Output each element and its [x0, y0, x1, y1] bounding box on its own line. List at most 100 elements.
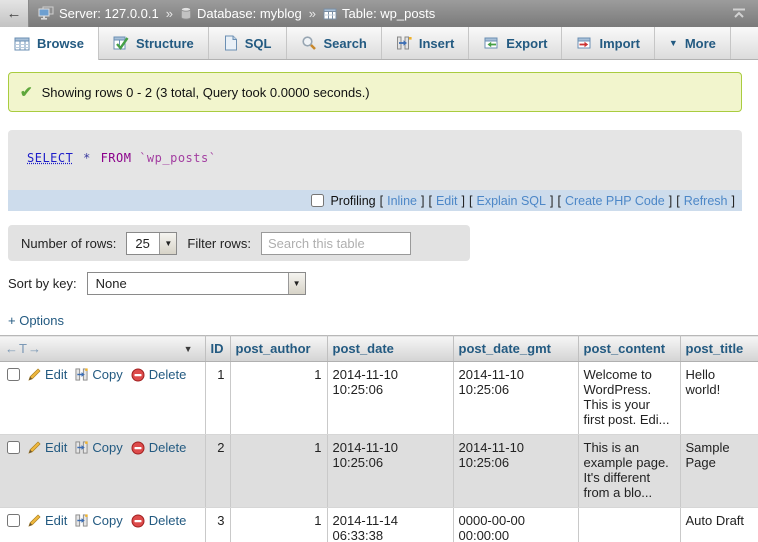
collapse-panel-icon[interactable] [732, 8, 746, 19]
inline-link[interactable]: Inline [387, 194, 417, 208]
column-header-post-date[interactable]: post_date [327, 336, 453, 362]
cell-post-content[interactable]: This is an example page. It's different … [578, 435, 680, 508]
copy-link[interactable]: Copy [75, 367, 122, 382]
column-header-post-author[interactable]: post_author [230, 336, 327, 362]
column-header-actions: ←T→ ▼ [0, 336, 205, 362]
tab-export[interactable]: Export [469, 27, 562, 59]
column-header-id[interactable]: ID [205, 336, 230, 362]
bracket: ] [550, 194, 553, 208]
cell-post-date-gmt[interactable]: 2014-11-10 10:25:06 [453, 435, 578, 508]
delete-link[interactable]: Delete [131, 513, 187, 528]
back-arrow-button[interactable]: ← [0, 0, 29, 27]
sql-keyword-from: FROM [101, 151, 132, 165]
cell-post-content[interactable] [578, 508, 680, 542]
row-checkbox[interactable] [7, 368, 20, 381]
delete-label: Delete [149, 367, 187, 382]
bracket: ] [669, 194, 672, 208]
tab-structure[interactable]: Structure [99, 27, 209, 59]
sort-by-key-label: Sort by key: [8, 276, 77, 291]
status-message: ✔ Showing rows 0 - 2 (3 total, Query too… [8, 72, 742, 112]
row-checkbox[interactable] [7, 514, 20, 527]
cell-post-date[interactable]: 2014-11-10 10:25:06 [327, 362, 453, 435]
tab-label: SQL [245, 36, 272, 51]
cell-id[interactable]: 1 [205, 362, 230, 435]
browse-icon [14, 36, 30, 52]
copy-icon [75, 368, 88, 381]
tab-more[interactable]: ▼ More [655, 27, 731, 59]
table-icon [323, 7, 337, 21]
tab-label: Search [324, 36, 367, 51]
cell-post-title[interactable]: Hello world! [680, 362, 758, 435]
bracket: ] [421, 194, 424, 208]
copy-icon [75, 441, 88, 454]
delete-label: Delete [149, 513, 187, 528]
chevron-down-icon: ▼ [288, 273, 305, 294]
create-php-code-link[interactable]: Create PHP Code [565, 194, 665, 208]
refresh-link[interactable]: Refresh [684, 194, 728, 208]
edit-label: Edit [45, 440, 67, 455]
delete-link[interactable]: Delete [131, 367, 187, 382]
tab-label: Import [599, 36, 639, 51]
tab-browse[interactable]: Browse [0, 27, 99, 60]
tab-insert[interactable]: Insert [382, 27, 469, 59]
profiling-checkbox[interactable] [311, 194, 324, 207]
copy-label: Copy [92, 513, 122, 528]
bracket: [ [380, 194, 383, 208]
cell-post-date[interactable]: 2014-11-14 06:33:38 [327, 508, 453, 542]
copy-link[interactable]: Copy [75, 440, 122, 455]
copy-link[interactable]: Copy [75, 513, 122, 528]
edit-link[interactable]: Edit [28, 513, 67, 528]
cell-post-date-gmt[interactable]: 2014-11-10 10:25:06 [453, 362, 578, 435]
edit-link[interactable]: Edit [28, 367, 67, 382]
filter-rows-input[interactable] [261, 232, 411, 255]
cell-post-title[interactable]: Auto Draft [680, 508, 758, 542]
tab-label: Insert [419, 36, 454, 51]
cell-post-author[interactable]: 1 [230, 508, 327, 542]
column-header-post-content[interactable]: post_content [578, 336, 680, 362]
cell-post-title[interactable]: Sample Page [680, 435, 758, 508]
copy-label: Copy [92, 367, 122, 382]
tab-label: Structure [136, 36, 194, 51]
breadcrumb-separator: » [166, 6, 173, 21]
breadcrumb-table[interactable]: Table: wp_posts [342, 6, 435, 21]
bracket: [ [676, 194, 679, 208]
copy-icon [75, 514, 88, 527]
num-rows-label: Number of rows: [21, 236, 116, 251]
cell-id[interactable]: 3 [205, 508, 230, 542]
query-toolbar: Profiling [ Inline ] [ Edit ] [ Explain … [8, 190, 742, 211]
tab-import[interactable]: Import [562, 27, 654, 59]
cell-id[interactable]: 2 [205, 435, 230, 508]
delete-link[interactable]: Delete [131, 440, 187, 455]
edit-query-link[interactable]: Edit [436, 194, 458, 208]
cell-post-content[interactable]: Welcome to WordPress. This is your first… [578, 362, 680, 435]
phpmyadmin-screen: ← Server: 127.0.0.1 » Database: myblog » [0, 0, 758, 542]
import-icon [576, 35, 592, 51]
chevron-down-icon: ▼ [669, 38, 678, 48]
breadcrumb-database[interactable]: Database: myblog [197, 6, 302, 21]
explain-sql-link[interactable]: Explain SQL [476, 194, 545, 208]
row-checkbox[interactable] [7, 441, 20, 454]
cell-post-date-gmt[interactable]: 0000-00-00 00:00:00 [453, 508, 578, 542]
cell-post-author[interactable]: 1 [230, 362, 327, 435]
profiling-label: Profiling [330, 194, 375, 208]
column-header-post-title[interactable]: post_title [680, 336, 758, 362]
cell-post-author[interactable]: 1 [230, 435, 327, 508]
tab-search[interactable]: Search [287, 27, 382, 59]
edit-link[interactable]: Edit [28, 440, 67, 455]
sql-query-box: SELECT * FROM `wp_posts` Profiling [ Inl… [8, 130, 742, 211]
with-selected-caret-icon[interactable]: ▼ [184, 344, 193, 354]
cell-post-date[interactable]: 2014-11-10 10:25:06 [327, 435, 453, 508]
column-header-post-date-gmt[interactable]: post_date_gmt [453, 336, 578, 362]
tab-sql[interactable]: SQL [209, 27, 287, 59]
breadcrumb-server[interactable]: Server: 127.0.0.1 [59, 6, 159, 21]
sql-table-ref: `wp_posts` [139, 151, 216, 165]
structure-icon [113, 35, 129, 51]
tab-label: Export [506, 36, 547, 51]
options-toggle[interactable]: + Options [8, 313, 64, 328]
delete-icon [131, 514, 145, 528]
delete-icon [131, 441, 145, 455]
pencil-icon [28, 368, 41, 381]
page-size-select[interactable]: 25 ▼ [126, 232, 177, 255]
sql-icon [223, 35, 238, 51]
sort-key-select[interactable]: None ▼ [87, 272, 306, 295]
